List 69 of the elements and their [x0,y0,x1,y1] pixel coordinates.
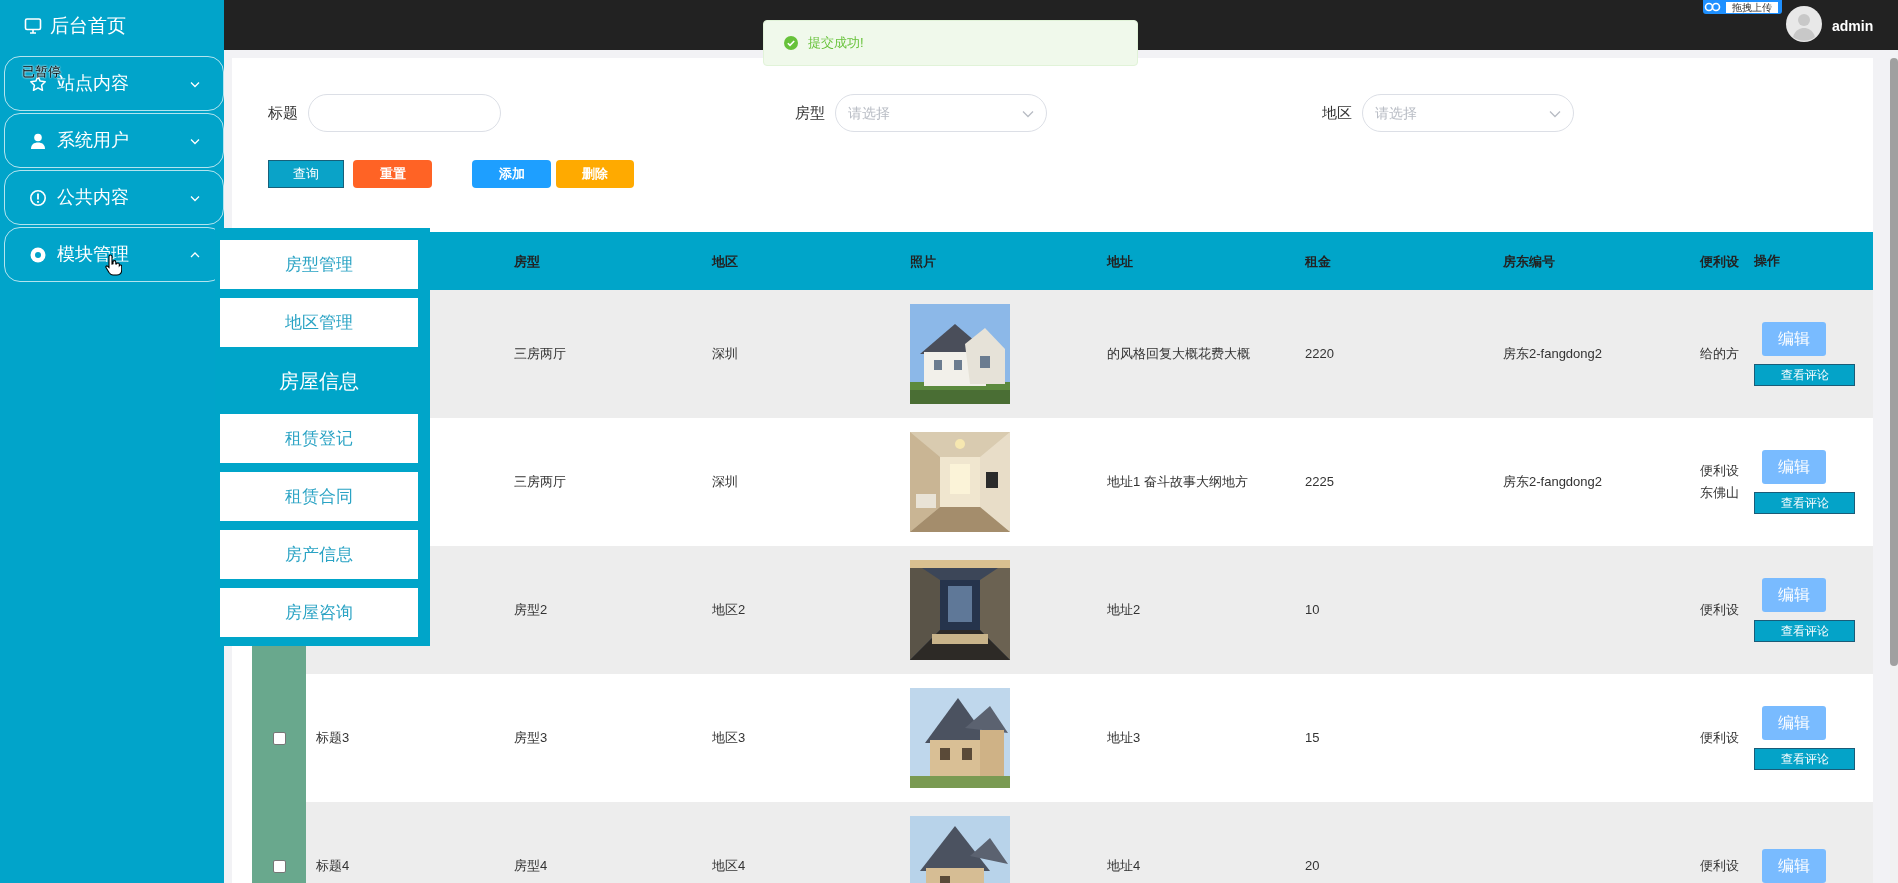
table-cell-text: 地址4 [1107,857,1142,875]
edit-button[interactable]: 编辑 [1762,578,1826,612]
view-comments-button[interactable]: 查看评论 [1754,364,1855,386]
edit-button[interactable]: 编辑 [1762,849,1826,883]
reset-button[interactable]: 重置 [353,160,432,188]
upload-label: 拖拽上传 [1726,1,1778,13]
table-cell-text: 地区3 [712,729,747,747]
filter-label: 地区 [1322,102,1352,123]
view-comments-button[interactable]: 查看评论 [1754,620,1855,642]
table-cell-text: 东佛山 [1700,484,1740,502]
table-cell-text: 2220 [1305,345,1335,363]
edit-button[interactable]: 编辑 [1762,322,1826,356]
table-cell-text: 地区2 [712,601,747,619]
sidebar-menu-item[interactable]: 系统用户 [4,113,224,168]
table-cell-text: 三房两厅 [514,473,567,491]
table-cell-text: 标题4 [316,857,351,875]
submenu-item[interactable]: 房产信息 [220,530,418,579]
table-cell-text: 地址3 [1107,729,1142,747]
column-header: 房型 [514,254,540,269]
submenu-item[interactable]: 地区管理 [220,298,418,347]
table-cell-text: 便利设 [1700,601,1740,619]
table-cell-text: 便利设 [1700,729,1740,747]
table-cell-text: 15 [1305,729,1321,747]
table-cell-text: 三房两厅 [514,345,567,363]
filter-label: 房型 [795,102,825,123]
menu-label: 后台首页 [50,13,126,38]
view-comments-button[interactable]: 查看评论 [1754,492,1855,514]
table-cell-text: 便利设 [1700,857,1740,875]
edit-button[interactable]: 编辑 [1762,706,1826,740]
table-cell-text: 深圳 [712,473,739,491]
table-cell-text: 深圳 [712,345,739,363]
column-header: 地区 [712,254,738,269]
toast-message: 提交成功! [808,34,864,53]
table-cell-text: 房型2 [514,601,549,619]
home-menu-item[interactable]: 后台首页 [0,0,224,52]
add-button[interactable]: 添加 [472,160,551,188]
table-cell-text: 房东2-fangdong2 [1503,473,1603,491]
table-cell-text: 房型3 [514,729,549,747]
column-header: 地址 [1107,254,1133,269]
column-header: 房东编号 [1503,254,1555,269]
column-header: 租金 [1305,254,1331,269]
view-comments-button[interactable]: 查看评论 [1754,748,1855,770]
table-cell-text: 给的方 [1700,345,1740,363]
delete-button[interactable]: 删除 [556,160,634,188]
column-header: 便利设 [1700,254,1739,269]
user-name[interactable]: admin [1832,16,1874,37]
table-cell-text: 2225 [1305,473,1335,491]
submenu-item[interactable]: 房屋咨询 [220,588,418,637]
table-cell-text: 地址1 奋斗故事大纲地方 [1107,473,1249,491]
table-cell-text: 便利设 [1700,462,1740,480]
table-cell-text: 地区4 [712,857,747,875]
table-cell-text: 房东2-fangdong2 [1503,345,1603,363]
table-cell-text: 20 [1305,857,1321,875]
filter-label: 标题 [268,102,298,123]
table-cell-text: 房型4 [514,857,549,875]
submenu-item[interactable]: 租赁登记 [220,414,418,463]
sidebar-menu-item[interactable]: 公共内容 [4,170,224,225]
column-header: 照片 [910,254,936,269]
table-cell-text: 10 [1305,601,1321,619]
upload-badge[interactable]: 拖拽上传 [1703,0,1782,14]
query-button[interactable]: 查询 [268,160,344,188]
submenu-heading[interactable]: 房屋信息 [220,356,418,405]
column-header: 操作 [1754,252,1780,271]
edit-button[interactable]: 编辑 [1762,450,1826,484]
table-cell-text: 地址2 [1107,601,1142,619]
table-cell-text: 标题3 [316,729,351,747]
table-cell-text: 的风格回复大概花费大概 [1107,345,1251,363]
submenu-item[interactable]: 房型管理 [220,240,418,289]
submenu-item[interactable]: 租赁合同 [220,472,418,521]
